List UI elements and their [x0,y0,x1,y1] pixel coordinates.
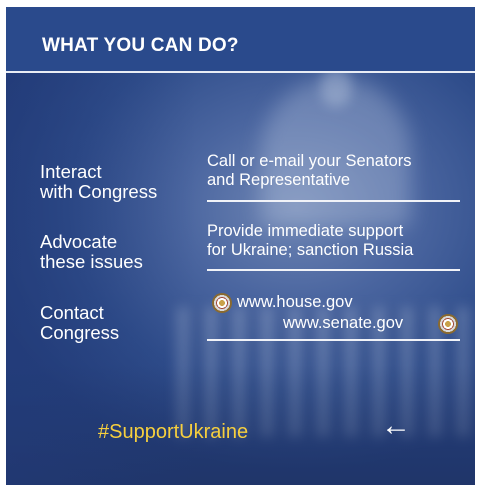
header-bar: WHAT YOU CAN DO? [6,7,475,71]
item-label-interact: Interact with Congress [40,162,157,202]
item-label-line: Advocate [40,231,118,252]
info-card: WHAT YOU CAN DO? Interact with Congress … [6,7,475,485]
header-divider [6,71,475,73]
arrow-left-icon[interactable]: ← [381,411,411,441]
item-desc-line: for Ukraine; sanction Russia [207,241,414,259]
item-desc-advocate: Provide immediate support for Ukraine; s… [207,222,413,260]
item-divider [207,339,460,341]
item-label-line: Congress [40,322,120,343]
page-title: WHAT YOU CAN DO? [42,35,239,56]
hashtag-text: #SupportUkraine [98,421,249,443]
item-label-line: with Congress [40,181,158,202]
item-label-advocate: Advocate these issues [40,232,143,272]
item-desc-interact: Call or e-mail your Senators and Represe… [207,152,412,190]
capitol-cupola-background [321,67,351,107]
senate-seal-icon [438,314,458,334]
house-website-link[interactable]: www.house.gov [237,293,353,312]
senate-website-link[interactable]: www.senate.gov [283,314,403,333]
item-desc-line: and Representative [207,171,351,189]
item-label-line: these issues [40,251,143,272]
house-seal-icon [212,293,232,313]
item-divider [207,200,460,202]
item-desc-line: Provide immediate support [207,222,404,240]
item-divider [207,269,460,271]
item-label-line: Contact [40,302,104,323]
item-desc-line: Call or e-mail your Senators [207,152,412,170]
item-label-contact: Contact Congress [40,303,119,343]
item-label-line: Interact [40,161,102,182]
